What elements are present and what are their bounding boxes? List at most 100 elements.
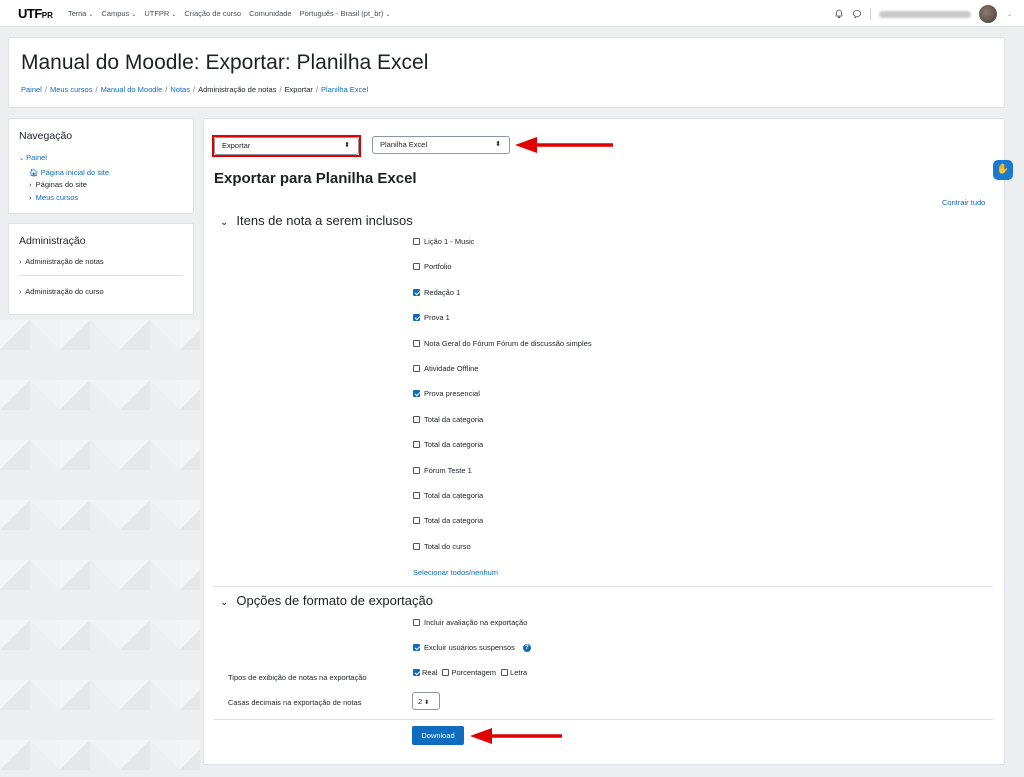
grade-item-row[interactable]: Total do curso bbox=[413, 542, 471, 551]
nav-criacao-curso[interactable]: Criação de curso bbox=[184, 9, 241, 18]
grade-item-label: Atividade Offline bbox=[424, 364, 479, 373]
annotation-highlight-box bbox=[212, 135, 361, 157]
nav-campus[interactable]: Campus ⌄ bbox=[101, 9, 136, 18]
tree-item-painel[interactable]: ⌄ Painel bbox=[19, 151, 109, 166]
annotation-arrow-icon bbox=[470, 728, 562, 744]
tree-item-meus-cursos[interactable]: › Meus cursos bbox=[19, 191, 109, 205]
user-name-redacted bbox=[878, 10, 971, 18]
grade-item-row[interactable]: Lição 1 - Music bbox=[413, 237, 474, 246]
chevron-right-icon: › bbox=[19, 287, 22, 296]
include-feedback-option[interactable]: Incluir avaliação na exportação bbox=[413, 618, 527, 627]
grade-item-checkbox[interactable] bbox=[413, 288, 420, 296]
grade-item-checkbox[interactable] bbox=[413, 365, 420, 372]
grade-item-row[interactable]: Prova 1 bbox=[413, 313, 450, 322]
administration-block: Administração › Administração de notas ›… bbox=[8, 223, 194, 315]
primary-nav: Tema ⌄ Campus ⌄ UTFPR ⌄ Criação de curso Co… bbox=[68, 9, 390, 18]
decimals-select[interactable]: 2 ⬍ bbox=[412, 692, 440, 710]
nav-utfpr[interactable]: UTFPR ⌄ bbox=[144, 9, 176, 18]
collapse-all-link[interactable]: Contrair tudo bbox=[942, 198, 985, 207]
annotation-arrow-icon bbox=[515, 137, 613, 153]
breadcrumb-manual[interactable]: Manual do Moodle bbox=[101, 85, 163, 94]
chevron-down-icon: ⌄ bbox=[171, 12, 177, 18]
grade-item-row[interactable]: Atividade Offline bbox=[413, 364, 478, 373]
home-icon: 🏠︎ bbox=[29, 168, 39, 177]
grade-item-checkbox[interactable] bbox=[413, 314, 420, 322]
help-icon[interactable]: ? bbox=[522, 643, 531, 652]
bell-icon[interactable] bbox=[834, 9, 844, 19]
checkbox[interactable] bbox=[413, 669, 420, 676]
exclude-suspended-option[interactable]: Excluir usuários suspensos ? bbox=[413, 643, 531, 652]
breadcrumb-exportar: Exportar bbox=[284, 85, 313, 94]
grade-item-checkbox[interactable] bbox=[413, 466, 420, 474]
breadcrumb-meus-cursos[interactable]: Meus cursos bbox=[50, 85, 93, 94]
grade-item-checkbox[interactable] bbox=[413, 441, 420, 449]
grade-item-row[interactable]: Total da categoria bbox=[413, 491, 483, 500]
site-logo[interactable]: UTFPR bbox=[18, 6, 53, 21]
nav-comunidade[interactable]: Comunidade bbox=[249, 9, 292, 18]
nav-tema[interactable]: Tema ⌄ bbox=[68, 9, 93, 18]
page-header: Manual do Moodle: Exportar: Planilha Exc… bbox=[8, 37, 1005, 108]
navigation-block: Navegação ⌄ Painel 🏠︎ Página inicial do … bbox=[8, 118, 194, 214]
breadcrumb-notas[interactable]: Notas bbox=[170, 85, 190, 94]
grade-item-label: Total da categoria bbox=[424, 516, 484, 526]
breadcrumb-painel[interactable]: Painel bbox=[21, 85, 42, 94]
grade-item-row[interactable]: Fórum Teste 1 bbox=[413, 466, 472, 475]
grade-item-label: Prova 1 bbox=[424, 313, 450, 323]
display-type-porcentagem[interactable]: Porcentagem bbox=[442, 668, 496, 677]
grade-item-checkbox[interactable] bbox=[413, 415, 420, 423]
grade-item-label: Nota Geral do Fórum Fórum de discussão s… bbox=[424, 338, 592, 348]
tree-item-paginas[interactable]: › Páginas do site bbox=[19, 178, 109, 192]
display-type-real[interactable]: Real bbox=[413, 668, 437, 677]
exclude-suspended-checkbox[interactable] bbox=[413, 644, 420, 651]
section-divider bbox=[213, 586, 993, 587]
background-pattern bbox=[0, 320, 200, 777]
select-arrows-icon: ⬍ bbox=[495, 141, 501, 148]
chevron-down-icon: ⌄ bbox=[220, 597, 229, 608]
checkbox[interactable] bbox=[501, 669, 509, 676]
section-grade-items-header[interactable]: ⌄ Itens de nota a serem inclusos bbox=[220, 213, 413, 228]
navigation-tree: ⌄ Painel 🏠︎ Página inicial do site › Pág… bbox=[19, 151, 109, 205]
grade-item-row[interactable]: Nota Geral do Fórum Fórum de discussão s… bbox=[413, 339, 592, 348]
select-all-link[interactable]: Selecionar todos/nenhum bbox=[413, 568, 498, 577]
section-export-options-header[interactable]: ⌄ Opções de formato de exportação bbox=[220, 593, 433, 608]
grade-item-row[interactable]: Total da categoria bbox=[413, 415, 483, 424]
select-arrows-icon: ⬍ bbox=[424, 700, 430, 706]
nav-language[interactable]: Português - Brasil (pt_br) ⌄ bbox=[300, 9, 391, 18]
grade-item-label: Portfolio bbox=[424, 262, 452, 272]
chevron-right-icon: › bbox=[29, 193, 32, 202]
admin-item-notas[interactable]: › Administração de notas bbox=[19, 257, 104, 266]
grade-item-checkbox[interactable] bbox=[413, 263, 420, 271]
grade-item-checkbox[interactable] bbox=[413, 390, 420, 398]
grade-item-checkbox[interactable] bbox=[413, 238, 420, 245]
grade-item-checkbox[interactable] bbox=[413, 517, 420, 525]
grade-item-label: Total da categoria bbox=[424, 440, 484, 450]
chevron-down-icon: ⌄ bbox=[88, 12, 94, 18]
grade-item-row[interactable]: Redação 1 bbox=[413, 288, 460, 297]
display-type-letra[interactable]: Letra bbox=[501, 668, 527, 677]
grade-item-label: Total do curso bbox=[424, 541, 471, 551]
divider bbox=[19, 275, 183, 276]
breadcrumb-planilha[interactable]: Planilha Excel bbox=[321, 85, 368, 94]
include-feedback-checkbox[interactable] bbox=[413, 619, 420, 626]
navigation-title: Navegação bbox=[19, 130, 73, 142]
accessibility-icon[interactable]: ✋ bbox=[993, 160, 1013, 180]
grade-item-row[interactable]: Prova presencial bbox=[413, 389, 480, 398]
format-select[interactable]: Planilha Excel ⬍ bbox=[372, 136, 510, 154]
grade-item-checkbox[interactable] bbox=[413, 542, 420, 550]
grade-item-checkbox[interactable] bbox=[413, 339, 420, 347]
grade-item-checkbox[interactable] bbox=[413, 492, 420, 499]
grade-item-row[interactable]: Total da categoria bbox=[413, 516, 483, 525]
chevron-down-icon[interactable]: ⌄ bbox=[1007, 11, 1012, 18]
display-types-options: Real Porcentagem Letra bbox=[413, 668, 527, 677]
admin-item-curso[interactable]: › Administração do curso bbox=[19, 287, 104, 296]
avatar[interactable] bbox=[978, 5, 997, 23]
grade-item-label: Total da categoria bbox=[424, 491, 484, 500]
grade-item-row[interactable]: Portfolio bbox=[413, 262, 452, 271]
download-button[interactable]: Download bbox=[412, 726, 464, 745]
breadcrumb-admin-notas: Administração de notas bbox=[198, 85, 277, 94]
chat-icon[interactable] bbox=[852, 9, 862, 19]
page-title: Manual do Moodle: Exportar: Planilha Exc… bbox=[21, 51, 429, 74]
checkbox[interactable] bbox=[442, 669, 450, 676]
nav-separator bbox=[869, 8, 871, 20]
grade-item-row[interactable]: Total da categoria bbox=[413, 440, 483, 449]
